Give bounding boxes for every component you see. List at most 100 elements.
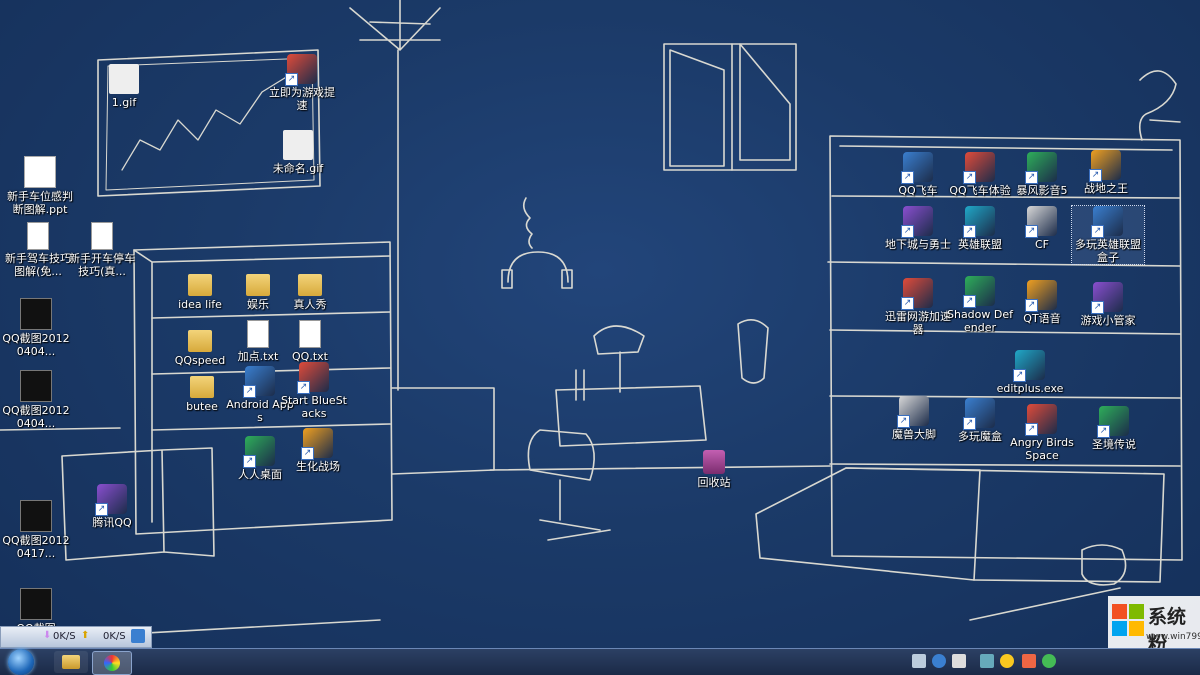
application-icon: ↗ xyxy=(1025,152,1057,184)
shortcut-arrow-icon: ↗ xyxy=(285,73,298,86)
shortcut-arrow-icon: ↗ xyxy=(1091,225,1104,238)
folder-icon xyxy=(188,330,212,352)
shortcut-arrow-icon: ↗ xyxy=(243,385,256,398)
folder-reality-show-icon[interactable]: 真人秀 xyxy=(274,270,346,311)
icon-label: Angry Birds Space xyxy=(1010,436,1074,462)
document-icon xyxy=(91,222,113,250)
recycle-bin-icon[interactable]: 回收站 xyxy=(678,450,750,489)
image-thumbnail-icon xyxy=(20,588,52,620)
tencent-qq-icon[interactable]: ↗ 腾讯QQ xyxy=(76,484,148,529)
shortcut-arrow-icon: ↗ xyxy=(1025,423,1038,436)
recycle-bin-label: 回收站 xyxy=(697,476,731,489)
application-icon: ↗ xyxy=(901,278,933,310)
cf-icon[interactable]: ↗ CF xyxy=(1006,206,1078,251)
doc-2-icon[interactable]: 新手开车停车技巧(真... xyxy=(66,222,138,278)
zhandi-icon[interactable]: ↗ 战地之王 xyxy=(1070,150,1142,195)
editplus-icon[interactable]: ↗ editplus.exe xyxy=(994,350,1066,395)
upload-arrow-icon: ⬆ xyxy=(81,630,90,641)
image-thumbnail-icon xyxy=(20,500,52,532)
game-tray-icon[interactable] xyxy=(1042,654,1056,668)
document-icon xyxy=(299,320,321,348)
presentation-icon xyxy=(24,156,56,188)
game-manager-icon[interactable]: ↗ 游戏小管家 xyxy=(1072,282,1144,327)
icon-label: 魔兽大脚 xyxy=(892,428,936,441)
icon-label: 生化战场 xyxy=(296,460,340,473)
application-icon: ↗ xyxy=(285,54,317,86)
shortcut-arrow-icon: ↗ xyxy=(1025,171,1038,184)
game-speed-icon[interactable]: ↗ 立即为游戏提速 xyxy=(266,54,338,112)
shortcut-arrow-icon: ↗ xyxy=(95,503,108,516)
folder-icon xyxy=(246,274,270,296)
application-icon: ↗ xyxy=(243,436,275,468)
upload-speed: 0K/S xyxy=(103,631,126,642)
qq-cap-3-icon[interactable]: QQ截图20120417... xyxy=(0,500,72,560)
help-icon[interactable] xyxy=(932,654,946,668)
qq-tray-icon[interactable] xyxy=(1000,654,1014,668)
shortcut-arrow-icon: ↗ xyxy=(301,447,314,460)
icon-label: 游戏小管家 xyxy=(1080,314,1136,327)
icon-label: 腾讯QQ xyxy=(92,516,132,529)
icon-label: editplus.exe xyxy=(996,382,1064,395)
qq-cap-2-icon[interactable]: QQ截图20120404... xyxy=(0,370,72,430)
show-hidden-icons[interactable] xyxy=(912,654,926,668)
image-thumbnail-icon xyxy=(20,298,52,330)
gif-1-icon[interactable]: 1.gif xyxy=(88,64,160,109)
qq-cap-1-icon[interactable]: QQ截图20120404... xyxy=(0,298,72,358)
ppt-1-icon[interactable]: 新手车位感判断图解.ppt xyxy=(4,156,76,216)
icon-label: QT语音 xyxy=(1023,312,1061,325)
application-icon: ↗ xyxy=(963,276,995,308)
shortcut-arrow-icon: ↗ xyxy=(1089,169,1102,182)
security-tray-icon[interactable] xyxy=(1022,654,1036,668)
taskbar xyxy=(0,648,1200,675)
volume-icon[interactable] xyxy=(952,654,966,668)
icon-label: QQ截图20120404... xyxy=(2,332,70,358)
baofeng-icon[interactable]: ↗ 暴风影音5 xyxy=(1006,152,1078,197)
shortcut-arrow-icon: ↗ xyxy=(243,455,256,468)
application-icon: ↗ xyxy=(243,366,275,398)
application-icon: ↗ xyxy=(1013,350,1045,382)
biochem-battlefield-icon[interactable]: ↗ 生化战场 xyxy=(282,428,354,473)
network-icon[interactable] xyxy=(980,654,994,668)
application-icon: ↗ xyxy=(897,396,929,428)
shortcut-arrow-icon: ↗ xyxy=(1091,301,1104,314)
windows-logo-icon xyxy=(1112,604,1144,636)
explorer-button[interactable] xyxy=(54,651,88,673)
icon-label: QQ截图20120404... xyxy=(2,404,70,430)
icon-label: QQ截图20120417... xyxy=(2,534,70,560)
document-icon xyxy=(27,222,49,250)
txt-qq-icon[interactable]: QQ.txt xyxy=(274,320,346,363)
application-icon: ↗ xyxy=(301,428,333,460)
image-thumbnail-icon xyxy=(20,370,52,402)
shortcut-arrow-icon: ↗ xyxy=(901,297,914,310)
application-icon: ↗ xyxy=(95,484,127,516)
app-button[interactable] xyxy=(92,651,132,675)
application-icon: ↗ xyxy=(1097,406,1129,438)
image-icon xyxy=(109,64,139,94)
shengjing-icon[interactable]: ↗ 圣境传说 xyxy=(1078,406,1150,451)
download-arrow-icon: ⬇ xyxy=(43,630,52,641)
application-icon: ↗ xyxy=(901,206,933,238)
start-button[interactable] xyxy=(2,649,40,675)
icon-label: 新手车位感判断图解.ppt xyxy=(7,190,73,216)
application-icon: ↗ xyxy=(1025,206,1057,238)
download-speed: 0K/S xyxy=(53,631,76,642)
network-speed-widget[interactable]: ⬇ 0K/S ⬆ 0K/S xyxy=(0,626,152,648)
angry-birds-space-icon[interactable]: ↗ Angry Birds Space xyxy=(1006,404,1078,462)
start-bluestacks-icon[interactable]: ↗ Start BlueStacks xyxy=(278,362,350,420)
duowan-lol-box-icon[interactable]: ↗ 多玩英雄联盟盒子 xyxy=(1071,205,1145,265)
doc-1-icon[interactable]: 新手驾车技巧图解(免... xyxy=(2,222,74,278)
folder-icon xyxy=(190,376,214,398)
application-icon: ↗ xyxy=(963,152,995,184)
application-icon: ↗ xyxy=(901,152,933,184)
warcraft-helper-icon[interactable]: ↗ 魔兽大脚 xyxy=(878,396,950,441)
qt-voice-icon[interactable]: ↗ QT语音 xyxy=(1006,280,1078,325)
application-icon: ↗ xyxy=(963,398,995,430)
app-icon xyxy=(104,655,120,671)
trash-icon xyxy=(703,450,725,474)
icon-label: 暴风影音5 xyxy=(1016,184,1068,197)
unnamed-gif-icon[interactable]: 未命名.gif xyxy=(262,130,334,175)
icon-label: 立即为游戏提速 xyxy=(269,86,335,112)
gamepad-icon xyxy=(131,629,145,643)
shortcut-arrow-icon: ↗ xyxy=(963,225,976,238)
shortcut-arrow-icon: ↗ xyxy=(963,417,976,430)
